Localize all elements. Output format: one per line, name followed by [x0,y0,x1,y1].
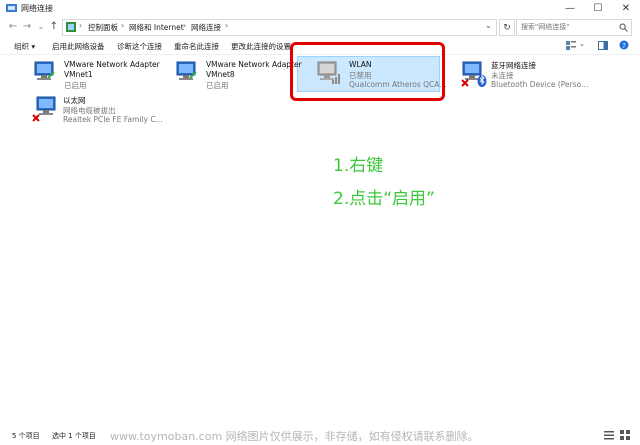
connection-item-vmnet8[interactable]: VMware Network Adapter VMnet8 已启用 [174,60,302,94]
breadcrumb-separator: › [79,21,83,30]
connection-item-ethernet[interactable]: 以太网 网络电缆被拔出 Realtek PCIe FE Family C... [32,95,163,129]
breadcrumb-network-internet[interactable]: 网络和 Internet [129,22,184,33]
preview-pane-icon[interactable] [598,41,608,50]
connection-item-vmnet1[interactable]: VMware Network Adapter VMnet1 已启用 [32,60,162,94]
change-settings-button[interactable]: 更改此连接的设置 [231,41,291,52]
title-bar [0,0,640,17]
breadcrumb-control-panel[interactable]: 控制面板 [88,22,118,33]
enable-device-button[interactable]: 启用此网络设备 [52,41,105,52]
search-box[interactable] [516,19,632,36]
selected-count: 选中 1 个项目 [52,432,96,440]
close-button[interactable]: ✕ [612,0,640,17]
refresh-button[interactable]: ↻ [499,19,515,36]
address-box[interactable]: › 控制面板 › 网络和 Internet › 网络连接 › ⌄ [62,19,497,36]
breadcrumb-separator: › [183,21,187,30]
connection-status: 已启用 [64,81,87,90]
help-icon[interactable]: ? [619,40,629,50]
details-view-icon[interactable] [604,430,614,440]
connection-adapter: Realtek PCIe FE Family C... [63,115,163,124]
network-adapter-icon [34,61,55,80]
up-button[interactable]: ↑ [47,19,61,33]
ethernet-adapter-icon [32,96,56,122]
annotation-highlight-box [290,42,445,101]
rename-button[interactable]: 重命名此连接 [174,41,219,52]
annotation-step-2: 2.点击“启用” [333,189,435,209]
recent-locations-button[interactable]: ⌄ [34,19,48,33]
window-title: 网络连接 [21,4,53,13]
organize-menu[interactable]: 组织 ▾ [14,41,35,52]
watermark: www.toymoban.com 网络图片仅供展示，非存储，如有侵权请联系删除。 [110,430,479,443]
connection-adapter: Bluetooth Device (Perso... [491,80,589,89]
search-input[interactable] [517,20,617,33]
diagnose-button[interactable]: 诊断这个连接 [117,41,162,52]
control-panel-icon [66,22,76,32]
breadcrumb-network-connections[interactable]: 网络连接 [191,22,221,33]
minimize-button[interactable]: — [556,0,584,17]
breadcrumb-separator: › [121,21,125,30]
view-options-icon[interactable] [566,41,576,50]
connection-adapter: VMnet1 [64,70,93,79]
network-folder-icon [6,4,17,12]
back-button[interactable]: ← [6,19,20,33]
forward-button[interactable]: → [20,19,34,33]
item-count: 5 个项目 [12,432,40,440]
annotation-step-1: 1.右键 [333,156,384,176]
connection-status: 已启用 [206,81,229,90]
address-dropdown-icon[interactable]: ⌄ [485,21,492,30]
connection-name: VMware Network Adapter [64,60,160,69]
maximize-button[interactable]: ☐ [584,0,612,17]
network-adapter-icon [176,61,197,80]
connection-item-bluetooth[interactable]: 蓝牙网络连接 未连接 Bluetooth Device (Perso... [460,60,588,94]
large-icons-view-icon[interactable] [620,430,630,440]
bluetooth-adapter-icon [461,61,487,87]
connection-name: VMware Network Adapter [206,60,302,69]
search-icon [619,23,628,32]
connection-adapter: VMnet8 [206,70,235,79]
svg-text:?: ? [622,42,626,50]
view-dropdown-icon[interactable]: ⌄ [579,40,585,48]
breadcrumb-separator: › [225,21,229,30]
